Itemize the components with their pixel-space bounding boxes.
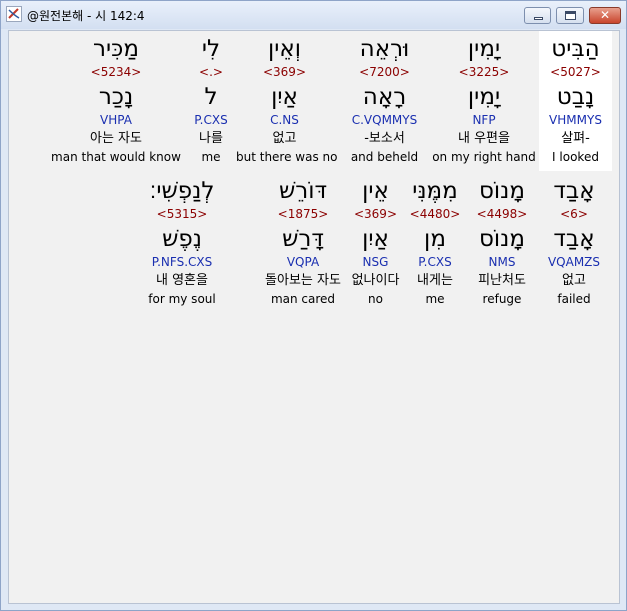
word-block[interactable]: מַכִּיר <5234> נָכַר VHPA 아는 자도 man that woul… — [49, 31, 183, 169]
korean-gloss: 아는 자도 — [90, 131, 142, 146]
korean-gloss: 내 우편을 — [458, 131, 510, 146]
minimize-icon — [534, 17, 543, 20]
hebrew-word: מָנוֹס — [478, 178, 526, 204]
parsing-code: NFP — [472, 113, 496, 127]
hebrew-lemma: רָאָה — [362, 84, 407, 110]
close-icon: ✕ — [599, 8, 611, 22]
word-block[interactable]: מָנוֹס <4498> מָנוֹס NMS 피난처도 refuge — [467, 173, 537, 311]
english-gloss: refuge — [482, 292, 522, 306]
hebrew-lemma: נֶפֶשׁ — [162, 226, 202, 252]
english-gloss: on my right hand — [432, 150, 536, 164]
parsing-code: P.NFS.CXS — [151, 255, 213, 269]
hebrew-word: לְנַפְשִׁי׃ — [149, 178, 215, 204]
close-button[interactable]: ✕ — [589, 7, 621, 24]
strong-number: <7200> — [359, 65, 410, 79]
hebrew-lemma: דָּרַשׁ — [282, 226, 324, 252]
hebrew-word: מַכִּיר — [93, 36, 139, 62]
english-gloss: man cared — [270, 292, 336, 306]
english-gloss: me — [425, 292, 445, 306]
hebrew-lemma: אָבַד — [553, 226, 595, 252]
word-block[interactable]: מִמֶּנִּי <4480> מִן P.CXS 내게는 me — [407, 173, 463, 311]
parsing-code: NMS — [488, 255, 516, 269]
parsing-code: P.CXS — [194, 113, 228, 127]
maximize-icon — [565, 11, 576, 20]
hebrew-word: לִי — [201, 36, 221, 62]
title-bar[interactable]: @원전본해 - 시 142:4 ✕ — [1, 1, 626, 29]
word-block[interactable]: הַבִּיט <5027> נָבַט VHMMYS 살펴- I looked — [539, 31, 612, 171]
korean-gloss: 없고 — [272, 131, 297, 146]
english-gloss: man that would know — [51, 150, 181, 164]
hebrew-lemma: מִן — [424, 226, 446, 252]
minimize-button[interactable] — [524, 7, 551, 24]
korean-gloss: -보소서 — [364, 131, 405, 146]
english-gloss: failed — [557, 292, 591, 306]
word-block[interactable]: לְנַפְשִׁי׃ <5315> נֶפֶשׁ P.NFS.CXS 내 영혼을 for… — [141, 173, 223, 311]
parsing-code: VHMMYS — [549, 113, 602, 127]
app-logo-icon — [6, 6, 22, 22]
parsing-code: VQAMZS — [547, 255, 601, 269]
interlinear-panel: הַבִּיט <5027> נָבַט VHMMYS 살펴- I looked יָמִי… — [8, 30, 620, 604]
hebrew-word: דּוֹרֵשׁ — [278, 178, 328, 204]
parsing-code: VQPA — [286, 255, 320, 269]
strong-number: <4480> — [409, 207, 461, 221]
english-gloss: I looked — [552, 150, 599, 164]
strong-number: <.> — [199, 65, 223, 79]
parsing-code: VHPA — [100, 113, 132, 127]
strong-number: <5234> — [90, 65, 142, 79]
strong-number: <6> — [560, 207, 588, 221]
korean-gloss: 내게는 — [417, 273, 453, 288]
english-gloss: and beheld — [350, 150, 419, 164]
hebrew-word: וְאֵין — [267, 36, 302, 62]
word-block[interactable]: וְאֵין <369> אַיִן C.NS 없고 but there was no — [236, 31, 338, 169]
hebrew-lemma: ל — [204, 84, 218, 110]
parsing-code: C.VQMMYS — [351, 113, 418, 127]
maximize-button[interactable] — [556, 7, 584, 24]
parsing-code: C.NS — [270, 113, 299, 127]
hebrew-lemma: נָבַט — [556, 84, 595, 110]
korean-gloss: 없고 — [562, 273, 586, 288]
english-gloss: me — [201, 150, 221, 164]
hebrew-word: יָמִין — [467, 36, 501, 62]
hebrew-word: אָבַד — [553, 178, 595, 204]
strong-number: <5027> — [550, 65, 601, 79]
app-window: @원전본해 - 시 142:4 ✕ הַבִּיט <5027> נָבַט VHMM… — [0, 0, 627, 611]
korean-gloss: 살펴- — [561, 131, 590, 146]
window-title: @원전본해 - 시 142:4 — [27, 9, 145, 23]
korean-gloss: 나를 — [199, 131, 223, 146]
english-gloss: but there was no — [236, 150, 338, 164]
word-block[interactable]: דּוֹרֵשׁ <1875> דָּרַשׁ VQPA 돌아보는 자도 man care… — [245, 173, 361, 311]
strong-number: <4498> — [476, 207, 528, 221]
hebrew-lemma: נָכַר — [98, 84, 134, 110]
hebrew-lemma: אַיִן — [271, 84, 298, 110]
korean-gloss: 피난처도 — [478, 273, 526, 288]
hebrew-word: מִמֶּנִּי — [412, 178, 458, 204]
strong-number: <3225> — [458, 65, 510, 79]
strong-number: <1875> — [277, 207, 329, 221]
hebrew-word: הַבִּיט — [551, 36, 600, 62]
strong-number: <369> — [262, 65, 306, 79]
word-block[interactable]: וּרְאֵה <7200> רָאָה C.VQMMYS -보소서 and beheld — [340, 31, 429, 169]
hebrew-lemma: יָמִין — [467, 84, 501, 110]
word-block[interactable]: לִי <.> ל P.CXS 나를 me — [185, 31, 237, 169]
hebrew-word: וּרְאֵה — [359, 36, 410, 62]
parsing-code: P.CXS — [418, 255, 452, 269]
word-block[interactable]: אָבַד <6> אָבַד VQAMZS 없고 failed — [542, 173, 606, 311]
korean-gloss: 돌아보는 자도 — [265, 273, 341, 288]
hebrew-lemma: מָנוֹס — [478, 226, 526, 252]
english-gloss: for my soul — [148, 292, 216, 306]
strong-number: <5315> — [156, 207, 208, 221]
korean-gloss: 내 영혼을 — [156, 273, 208, 288]
word-block[interactable]: יָמִין <3225> יָמִין NFP 내 우편을 on my right ha… — [431, 31, 537, 169]
